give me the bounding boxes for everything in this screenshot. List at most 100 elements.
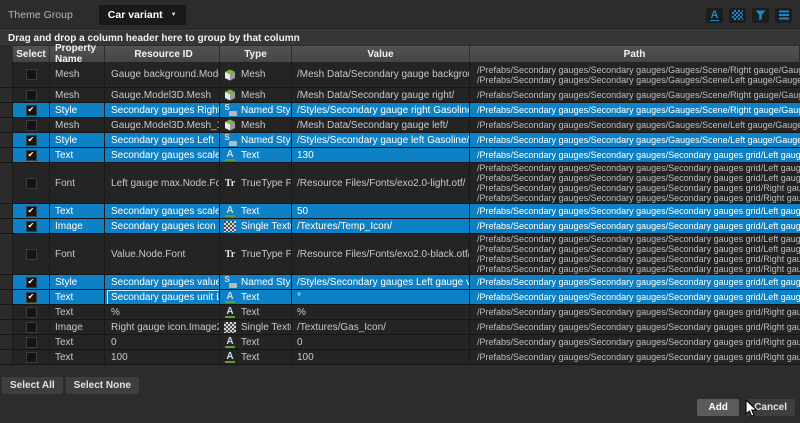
value-cell[interactable]: /Styles/Secondary gauges Left gauge valu…	[292, 275, 470, 289]
resource-id-cell[interactable]: Secondary gauges icon Left	[105, 219, 220, 233]
table-header: Select Property Name Resource ID Type Va…	[0, 46, 800, 62]
table-row[interactable]: ✔StyleSecondary gauges LeftSNamed Style/…	[0, 133, 800, 148]
value-cell[interactable]: 130	[292, 148, 470, 162]
resource-id-cell[interactable]: Right gauge icon.Image2D.Image	[105, 320, 220, 334]
table-row[interactable]: FontLeft gauge max.Node.FontTrTrueType F…	[0, 163, 800, 204]
row-checkbox[interactable]: ✔	[26, 135, 37, 146]
table-row[interactable]: ✔TextSecondary gauges unit LeftAText°/Pr…	[0, 290, 800, 305]
value-cell[interactable]: 100	[292, 350, 470, 364]
theme-group-dropdown[interactable]: Car variant ▼	[99, 5, 186, 25]
dialog-buttons: Add Cancel	[697, 399, 795, 416]
value-cell[interactable]: /Mesh Data/Secondary gauge background/	[292, 62, 470, 87]
row-checkbox[interactable]	[26, 69, 37, 80]
resource-id-cell[interactable]: Secondary gauges Right	[105, 103, 220, 117]
resource-id-text: Secondary gauges scale max Left	[108, 149, 220, 162]
add-button[interactable]: Add	[697, 399, 739, 416]
value-cell[interactable]: /Mesh Data/Secondary gauge left/	[292, 118, 470, 132]
resource-id-cell[interactable]: %	[105, 305, 220, 319]
resource-id-text: 0	[108, 336, 120, 349]
value-cell[interactable]: /Resource Files/Fonts/exo2.0-black.otf/	[292, 234, 470, 274]
row-checkbox[interactable]: ✔	[26, 221, 37, 232]
property-name-cell: Text	[50, 204, 105, 218]
texture-filter-button[interactable]	[729, 8, 746, 23]
value-cell[interactable]: /Styles/Secondary gauge right Gasoline/	[292, 103, 470, 117]
row-checkbox[interactable]	[26, 178, 37, 189]
value-cell[interactable]: 50	[292, 204, 470, 218]
row-checkbox[interactable]: ✔	[26, 150, 37, 161]
table-row[interactable]: MeshGauge background.Model3D.MeshMesh/Me…	[0, 62, 800, 88]
row-checkbox[interactable]	[26, 249, 37, 260]
property-name-cell: Style	[50, 275, 105, 289]
path-cell: /Prefabs/Secondary gauges/Secondary gaug…	[470, 103, 800, 117]
property-name-cell: Text	[50, 350, 105, 364]
table-row[interactable]: ✔TextSecondary gauges scale min LeftATex…	[0, 204, 800, 219]
table-row[interactable]: ✔StyleSecondary gauges RightSNamed Style…	[0, 103, 800, 118]
header-path[interactable]: Path	[470, 46, 800, 62]
list-view-button[interactable]	[775, 8, 792, 23]
table-row[interactable]: Text100AText100/Prefabs/Secondary gauges…	[0, 350, 800, 365]
row-checkbox[interactable]	[26, 352, 37, 363]
table-row[interactable]: MeshGauge.Model3D.MeshMesh/Mesh Data/Sec…	[0, 88, 800, 103]
row-checkbox[interactable]: ✔	[26, 277, 37, 288]
resource-id-cell[interactable]: Secondary gauges scale min Left	[105, 204, 220, 218]
property-name-cell: Image	[50, 320, 105, 334]
table-row[interactable]: ✔ImageSecondary gauges icon LeftSingle T…	[0, 219, 800, 234]
row-handle	[0, 350, 13, 364]
resource-id-cell[interactable]: Secondary gauges scale max Left	[105, 148, 220, 162]
path-cell: /Prefabs/Secondary gauges/Secondary gaug…	[470, 275, 800, 289]
value-cell[interactable]: %	[292, 305, 470, 319]
property-name-text: Image	[55, 322, 83, 333]
row-checkbox[interactable]	[26, 322, 37, 333]
path-cell: /Prefabs/Secondary gauges/Secondary gaug…	[470, 335, 800, 349]
text-icon: A	[223, 352, 237, 363]
select-all-button[interactable]: Select All	[2, 377, 63, 394]
header-value[interactable]: Value	[292, 46, 470, 62]
resource-id-cell[interactable]: Left gauge max.Node.Font	[105, 163, 220, 203]
row-handle	[0, 275, 13, 289]
cancel-button[interactable]: Cancel	[746, 399, 795, 416]
table-row[interactable]: ✔TextSecondary gauges scale max LeftATex…	[0, 148, 800, 163]
path-cell: /Prefabs/Secondary gauges/Secondary gaug…	[470, 62, 800, 87]
resource-id-cell[interactable]: 100	[105, 350, 220, 364]
header-property-name[interactable]: Property Name	[50, 46, 105, 62]
header-type[interactable]: Type	[220, 46, 292, 62]
value-cell[interactable]: 0	[292, 335, 470, 349]
row-checkbox[interactable]: ✔	[26, 105, 37, 116]
row-checkbox[interactable]	[26, 337, 37, 348]
value-cell[interactable]: /Resource Files/Fonts/exo2.0-light.otf/	[292, 163, 470, 203]
resource-id-cell[interactable]: Value.Node.Font	[105, 234, 220, 274]
filter-button[interactable]	[752, 8, 769, 23]
row-checkbox[interactable]	[26, 307, 37, 318]
type-label: TrueType Font	[241, 178, 292, 189]
value-cell[interactable]: /Textures/Temp_Icon/	[292, 219, 470, 233]
value-cell[interactable]: /Mesh Data/Secondary gauge right/	[292, 88, 470, 102]
row-checkbox[interactable]: ✔	[26, 292, 37, 303]
property-name-text: Style	[55, 277, 77, 288]
select-none-button[interactable]: Select None	[66, 377, 139, 394]
value-cell[interactable]: /Textures/Gas_Icon/	[292, 320, 470, 334]
table-row[interactable]: FontValue.Node.FontTrTrueType Font/Resou…	[0, 234, 800, 275]
table-row[interactable]: MeshGauge.Model3D.Mesh_1Mesh/Mesh Data/S…	[0, 118, 800, 133]
group-by-hint[interactable]: Drag and drop a column header here to gr…	[0, 30, 800, 45]
table-row[interactable]: Text0AText0/Prefabs/Secondary gauges/Sec…	[0, 335, 800, 350]
table-row[interactable]: ✔StyleSecondary gauges value LeftSNamed …	[0, 275, 800, 290]
resource-id-cell[interactable]: Gauge background.Model3D.Mesh	[105, 62, 220, 87]
resource-id-cell[interactable]: 0	[105, 335, 220, 349]
resource-id-cell[interactable]: Secondary gauges Left	[105, 133, 220, 147]
value-cell[interactable]: °	[292, 290, 470, 304]
resource-id-cell[interactable]: Secondary gauges value Left	[105, 275, 220, 289]
resource-id-cell[interactable]: Secondary gauges unit Left	[105, 290, 220, 304]
header-resource-id[interactable]: Resource ID	[105, 46, 220, 62]
row-checkbox[interactable]: ✔	[26, 206, 37, 217]
header-select[interactable]: Select	[13, 46, 50, 62]
named-style-icon: S	[223, 104, 237, 116]
row-checkbox[interactable]	[26, 90, 37, 101]
resource-id-cell[interactable]: Gauge.Model3D.Mesh	[105, 88, 220, 102]
list-icon	[779, 10, 789, 20]
table-row[interactable]: Text%AText%/Prefabs/Secondary gauges/Sec…	[0, 305, 800, 320]
row-checkbox[interactable]	[26, 120, 37, 131]
font-filter-button[interactable]: A	[706, 8, 723, 23]
resource-id-cell[interactable]: Gauge.Model3D.Mesh_1	[105, 118, 220, 132]
table-row[interactable]: ImageRight gauge icon.Image2D.ImageSingl…	[0, 320, 800, 335]
value-cell[interactable]: /Styles/Secondary gauge left Gasoline/	[292, 133, 470, 147]
